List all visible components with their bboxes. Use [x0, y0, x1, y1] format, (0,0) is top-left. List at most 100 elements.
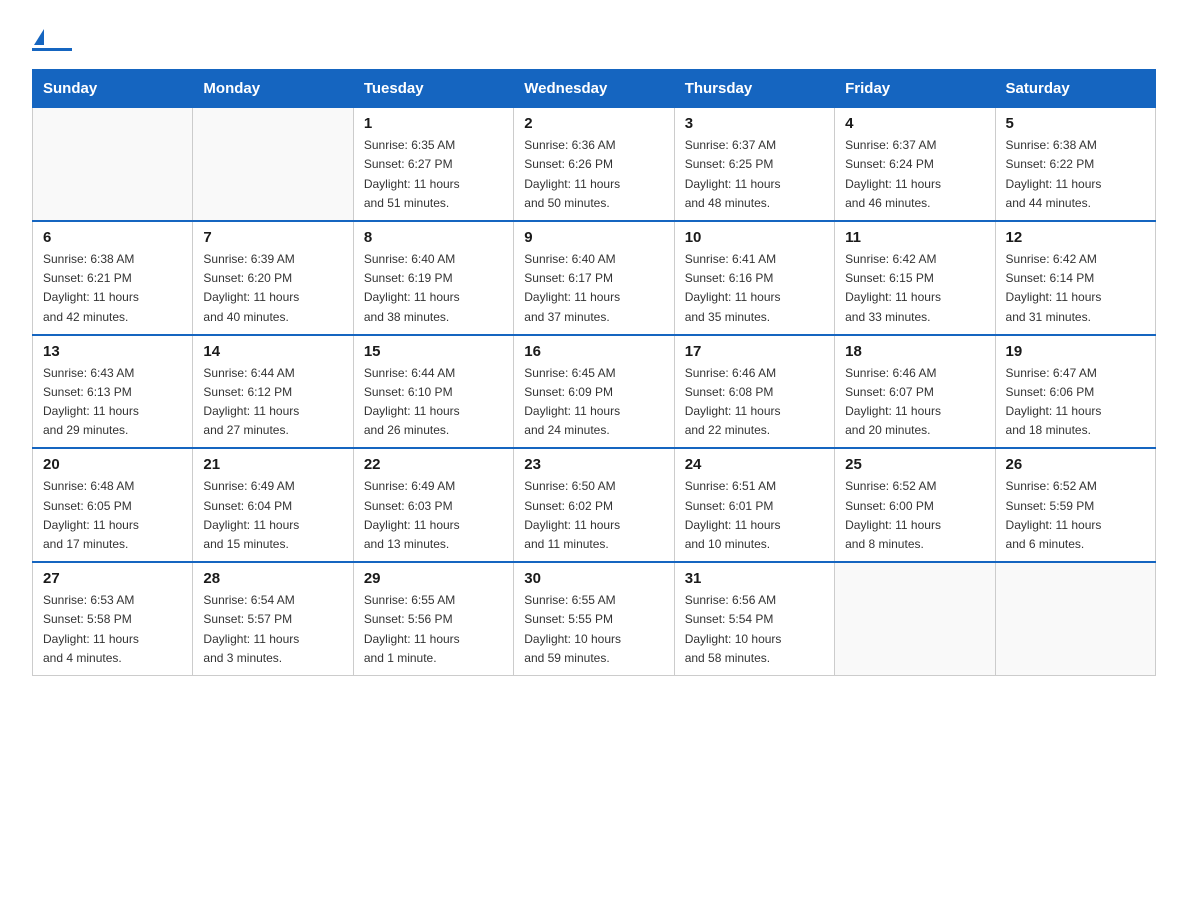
day-number: 5 — [1006, 115, 1145, 132]
day-number: 28 — [203, 570, 342, 587]
calendar-week-row: 13 Sunrise: 6:43 AMSunset: 6:13 PMDayligh… — [33, 335, 1156, 449]
day-info: Sunrise: 6:43 AMSunset: 6:13 PMDaylight:… — [43, 364, 182, 441]
day-info: Sunrise: 6:44 AMSunset: 6:10 PMDaylight:… — [364, 364, 503, 441]
day-number: 14 — [203, 343, 342, 360]
day-number: 3 — [685, 115, 824, 132]
calendar-cell: 6 Sunrise: 6:38 AMSunset: 6:21 PMDaylight… — [33, 221, 193, 335]
calendar-cell: 3 Sunrise: 6:37 AMSunset: 6:25 PMDaylight… — [674, 108, 834, 221]
calendar-cell: 28 Sunrise: 6:54 AMSunset: 5:57 PMDayligh… — [193, 562, 353, 675]
page: SundayMondayTuesdayWednesdayThursdayFrid… — [0, 0, 1188, 700]
day-info: Sunrise: 6:52 AMSunset: 5:59 PMDaylight:… — [1006, 477, 1145, 554]
calendar-header-row: SundayMondayTuesdayWednesdayThursdayFrid… — [33, 70, 1156, 108]
day-number: 24 — [685, 456, 824, 473]
day-number: 8 — [364, 229, 503, 246]
day-info: Sunrise: 6:37 AMSunset: 6:24 PMDaylight:… — [845, 136, 984, 213]
day-info: Sunrise: 6:46 AMSunset: 6:07 PMDaylight:… — [845, 364, 984, 441]
day-info: Sunrise: 6:44 AMSunset: 6:12 PMDaylight:… — [203, 364, 342, 441]
calendar-table: SundayMondayTuesdayWednesdayThursdayFrid… — [32, 69, 1156, 676]
day-number: 29 — [364, 570, 503, 587]
calendar-cell: 31 Sunrise: 6:56 AMSunset: 5:54 PMDayligh… — [674, 562, 834, 675]
day-number: 18 — [845, 343, 984, 360]
calendar-cell: 5 Sunrise: 6:38 AMSunset: 6:22 PMDaylight… — [995, 108, 1155, 221]
calendar-week-row: 6 Sunrise: 6:38 AMSunset: 6:21 PMDaylight… — [33, 221, 1156, 335]
calendar-cell: 24 Sunrise: 6:51 AMSunset: 6:01 PMDayligh… — [674, 448, 834, 562]
day-number: 22 — [364, 456, 503, 473]
day-number: 19 — [1006, 343, 1145, 360]
day-number: 7 — [203, 229, 342, 246]
calendar-cell: 2Sunrise: 6:36 AMSunset: 6:26 PMDaylight… — [514, 108, 674, 221]
day-number: 9 — [524, 229, 663, 246]
calendar-header-thursday: Thursday — [674, 70, 834, 108]
calendar-cell: 20Sunrise: 6:48 AMSunset: 6:05 PMDayligh… — [33, 448, 193, 562]
day-number: 15 — [364, 343, 503, 360]
calendar-cell: 22 Sunrise: 6:49 AMSunset: 6:03 PMDayligh… — [353, 448, 513, 562]
logo-general — [32, 24, 44, 48]
day-number: 26 — [1006, 456, 1145, 473]
calendar-cell: 15 Sunrise: 6:44 AMSunset: 6:10 PMDayligh… — [353, 335, 513, 449]
calendar-header-friday: Friday — [835, 70, 995, 108]
day-number: 31 — [685, 570, 824, 587]
calendar-cell: 29 Sunrise: 6:55 AMSunset: 5:56 PMDayligh… — [353, 562, 513, 675]
day-info: Sunrise: 6:38 AMSunset: 6:22 PMDaylight:… — [1006, 136, 1145, 213]
calendar-header-sunday: Sunday — [33, 70, 193, 108]
day-number: 11 — [845, 229, 984, 246]
day-info: Sunrise: 6:53 AMSunset: 5:58 PMDaylight:… — [43, 591, 182, 668]
day-info: Sunrise: 6:41 AMSunset: 6:16 PMDaylight:… — [685, 250, 824, 327]
calendar-cell: 21Sunrise: 6:49 AMSunset: 6:04 PMDayligh… — [193, 448, 353, 562]
calendar-week-row: 1Sunrise: 6:35 AMSunset: 6:27 PMDaylight… — [33, 108, 1156, 221]
day-number: 17 — [685, 343, 824, 360]
day-number: 23 — [524, 456, 663, 473]
day-info: Sunrise: 6:56 AMSunset: 5:54 PMDaylight:… — [685, 591, 824, 668]
day-info: Sunrise: 6:55 AMSunset: 5:55 PMDaylight:… — [524, 591, 663, 668]
day-number: 16 — [524, 343, 663, 360]
calendar-cell: 17 Sunrise: 6:46 AMSunset: 6:08 PMDayligh… — [674, 335, 834, 449]
calendar-cell: 18 Sunrise: 6:46 AMSunset: 6:07 PMDayligh… — [835, 335, 995, 449]
calendar-cell: 4 Sunrise: 6:37 AMSunset: 6:24 PMDaylight… — [835, 108, 995, 221]
day-info: Sunrise: 6:47 AMSunset: 6:06 PMDaylight:… — [1006, 364, 1145, 441]
calendar-cell: 16 Sunrise: 6:45 AMSunset: 6:09 PMDayligh… — [514, 335, 674, 449]
day-number: 27 — [43, 570, 182, 587]
calendar-header-tuesday: Tuesday — [353, 70, 513, 108]
day-number: 30 — [524, 570, 663, 587]
calendar-week-row: 20Sunrise: 6:48 AMSunset: 6:05 PMDayligh… — [33, 448, 1156, 562]
calendar-cell — [33, 108, 193, 221]
day-number: 6 — [43, 229, 182, 246]
logo-triangle-icon — [34, 29, 44, 45]
calendar-cell: 11 Sunrise: 6:42 AMSunset: 6:15 PMDayligh… — [835, 221, 995, 335]
calendar-cell: 9 Sunrise: 6:40 AMSunset: 6:17 PMDaylight… — [514, 221, 674, 335]
calendar-cell: 8 Sunrise: 6:40 AMSunset: 6:19 PMDaylight… — [353, 221, 513, 335]
header — [32, 24, 1156, 51]
day-number: 4 — [845, 115, 984, 132]
day-info: Sunrise: 6:42 AMSunset: 6:15 PMDaylight:… — [845, 250, 984, 327]
day-number: 25 — [845, 456, 984, 473]
day-number: 2 — [524, 115, 663, 132]
calendar-cell: 10 Sunrise: 6:41 AMSunset: 6:16 PMDayligh… — [674, 221, 834, 335]
day-info: Sunrise: 6:52 AMSunset: 6:00 PMDaylight:… — [845, 477, 984, 554]
calendar-cell: 13 Sunrise: 6:43 AMSunset: 6:13 PMDayligh… — [33, 335, 193, 449]
calendar-cell: 26 Sunrise: 6:52 AMSunset: 5:59 PMDayligh… — [995, 448, 1155, 562]
day-info: Sunrise: 6:39 AMSunset: 6:20 PMDaylight:… — [203, 250, 342, 327]
day-info: Sunrise: 6:40 AMSunset: 6:19 PMDaylight:… — [364, 250, 503, 327]
day-info: Sunrise: 6:48 AMSunset: 6:05 PMDaylight:… — [43, 477, 182, 554]
day-info: Sunrise: 6:45 AMSunset: 6:09 PMDaylight:… — [524, 364, 663, 441]
day-info: Sunrise: 6:46 AMSunset: 6:08 PMDaylight:… — [685, 364, 824, 441]
day-info: Sunrise: 6:54 AMSunset: 5:57 PMDaylight:… — [203, 591, 342, 668]
day-number: 12 — [1006, 229, 1145, 246]
day-info: Sunrise: 6:51 AMSunset: 6:01 PMDaylight:… — [685, 477, 824, 554]
day-info: Sunrise: 6:38 AMSunset: 6:21 PMDaylight:… — [43, 250, 182, 327]
calendar-cell: 12 Sunrise: 6:42 AMSunset: 6:14 PMDayligh… — [995, 221, 1155, 335]
day-info: Sunrise: 6:37 AMSunset: 6:25 PMDaylight:… — [685, 136, 824, 213]
day-info: Sunrise: 6:40 AMSunset: 6:17 PMDaylight:… — [524, 250, 663, 327]
day-info: Sunrise: 6:55 AMSunset: 5:56 PMDaylight:… — [364, 591, 503, 668]
day-info: Sunrise: 6:42 AMSunset: 6:14 PMDaylight:… — [1006, 250, 1145, 327]
day-info: Sunrise: 6:49 AMSunset: 6:04 PMDaylight:… — [203, 477, 342, 554]
day-number: 13 — [43, 343, 182, 360]
calendar-cell: 19 Sunrise: 6:47 AMSunset: 6:06 PMDayligh… — [995, 335, 1155, 449]
logo-underline — [32, 48, 72, 51]
day-info: Sunrise: 6:50 AMSunset: 6:02 PMDaylight:… — [524, 477, 663, 554]
calendar-cell: 1Sunrise: 6:35 AMSunset: 6:27 PMDaylight… — [353, 108, 513, 221]
day-info: Sunrise: 6:49 AMSunset: 6:03 PMDaylight:… — [364, 477, 503, 554]
day-info: Sunrise: 6:35 AMSunset: 6:27 PMDaylight:… — [364, 136, 503, 213]
day-number: 10 — [685, 229, 824, 246]
calendar-header-monday: Monday — [193, 70, 353, 108]
